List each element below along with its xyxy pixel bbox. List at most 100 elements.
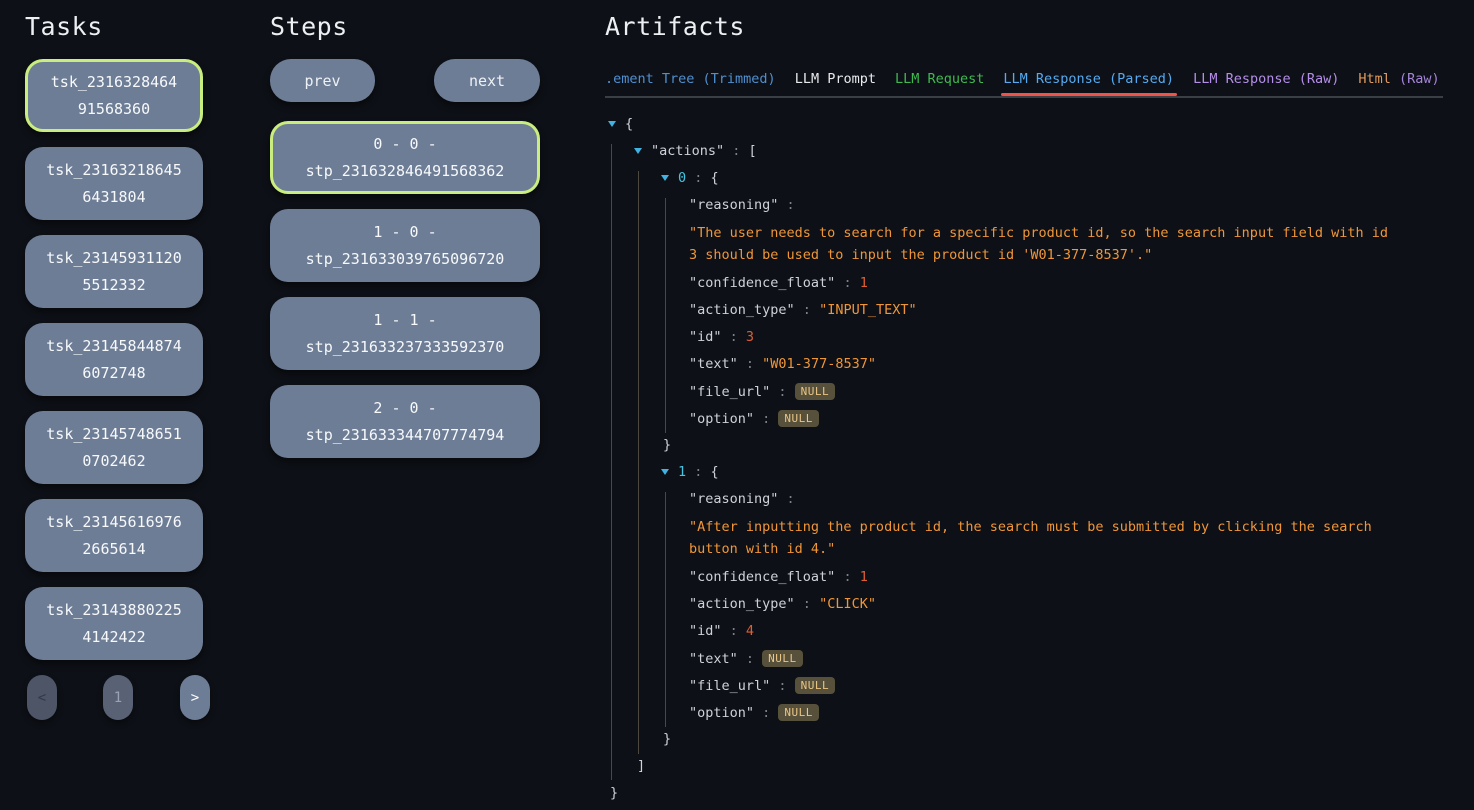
- tab-label-segment: LLM Prompt: [795, 71, 876, 87]
- task-button[interactable]: tsk_231438802254142422: [25, 587, 203, 660]
- json-num: 4: [746, 623, 754, 639]
- tab-llm-prompt[interactable]: LLM Prompt: [795, 68, 876, 90]
- tasks-panel: Tasks tsk_231632846491568360 tsk_23163218…: [25, 10, 215, 720]
- json-null-badge: NULL: [778, 704, 819, 721]
- json-str: "W01-377-8537": [762, 356, 876, 372]
- json-row: 1 : {: [605, 462, 1465, 483]
- json-row: }: [605, 729, 1465, 750]
- json-row: "file_url" : NULL: [605, 675, 1465, 696]
- json-row: "reasoning" :: [605, 195, 1465, 216]
- json-punct: }: [663, 731, 671, 747]
- json-str: "CLICK": [819, 596, 876, 612]
- task-button[interactable]: tsk_231457486510702462: [25, 411, 203, 484]
- json-row: "action_type" : "CLICK": [605, 594, 1465, 615]
- json-colon: :: [770, 678, 794, 694]
- collapse-arrow-icon[interactable]: [608, 121, 616, 127]
- artifacts-title: Artifacts: [605, 10, 1450, 44]
- json-row: "id" : 3: [605, 327, 1465, 348]
- json-row: "file_url" : NULL: [605, 381, 1465, 402]
- json-row: "id" : 4: [605, 621, 1465, 642]
- tab-html-raw[interactable]: Html (Raw): [1358, 68, 1439, 90]
- artifacts-panel: Artifacts .ement Tree (Trimmed) LLM Promp…: [605, 10, 1450, 90]
- json-key: "option": [689, 705, 754, 721]
- next-step-button[interactable]: next: [434, 59, 540, 102]
- prev-step-button[interactable]: prev: [270, 59, 375, 102]
- tab-label-segment: (Raw): [1391, 71, 1440, 87]
- json-key: "text": [689, 651, 738, 667]
- json-colon: :: [686, 464, 710, 480]
- json-colon: :: [778, 491, 794, 507]
- pagination-page-button[interactable]: 1: [103, 675, 133, 720]
- json-key: "file_url": [689, 678, 770, 694]
- json-row: "The user needs to search for a specific…: [605, 222, 1391, 266]
- steps-nav: prev next: [270, 59, 540, 102]
- json-num: 1: [860, 569, 868, 585]
- step-button[interactable]: 0 - 0 - stp_231632846491568362: [270, 121, 540, 194]
- json-punct: {: [625, 116, 633, 132]
- json-colon: :: [686, 170, 710, 186]
- steps-list: 0 - 0 - stp_231632846491568362 1 - 0 - st…: [270, 121, 540, 458]
- json-row: "option" : NULL: [605, 702, 1465, 723]
- json-key: "actions": [651, 143, 724, 159]
- json-row: "text" : NULL: [605, 648, 1465, 669]
- task-button[interactable]: tsk_231459311205512332: [25, 235, 203, 308]
- json-row: {: [605, 114, 1465, 135]
- json-row: }: [605, 435, 1465, 456]
- json-row: }: [605, 783, 1465, 804]
- step-button[interactable]: 1 - 1 - stp_231633237333592370: [270, 297, 540, 370]
- tasks-list: tsk_231632846491568360 tsk_23163218645643…: [25, 59, 215, 660]
- tab-label-segment: LLM Response (Raw): [1193, 71, 1339, 87]
- steps-title: Steps: [270, 10, 540, 44]
- collapse-arrow-icon[interactable]: [634, 148, 642, 154]
- json-colon: :: [770, 384, 794, 400]
- json-key: "reasoning": [689, 491, 778, 507]
- json-colon: :: [778, 197, 794, 213]
- json-colon: :: [754, 705, 778, 721]
- json-key: "confidence_float": [689, 275, 835, 291]
- json-row: "After inputting the product id, the sea…: [605, 516, 1391, 560]
- json-colon: :: [738, 356, 762, 372]
- json-row: "actions" : [: [605, 141, 1465, 162]
- json-tree-viewer: {"actions" : [0 : {"reasoning" :"The use…: [605, 114, 1465, 810]
- tab-label-segment: LLM Response (Parsed): [1003, 71, 1174, 87]
- collapse-arrow-icon[interactable]: [661, 469, 669, 475]
- tab-label-segment: .ement Tree (Trimmed): [605, 71, 776, 87]
- json-punct: [: [749, 143, 757, 159]
- json-null-badge: NULL: [795, 677, 836, 694]
- json-key: "reasoning": [689, 197, 778, 213]
- pagination-next-button[interactable]: >: [180, 675, 210, 720]
- step-button[interactable]: 1 - 0 - stp_231633039765096720: [270, 209, 540, 282]
- tasks-pagination: < 1 >: [25, 675, 215, 720]
- tab-label-segment: LLM Request: [895, 71, 984, 87]
- tab-element-tree-trimmed[interactable]: .ement Tree (Trimmed): [605, 68, 776, 90]
- tab-label-segment: Html: [1358, 71, 1391, 87]
- task-button[interactable]: tsk_231632186456431804: [25, 147, 203, 220]
- json-colon: :: [795, 596, 819, 612]
- json-row: "option" : NULL: [605, 408, 1465, 429]
- json-colon: :: [835, 275, 859, 291]
- json-str: "INPUT_TEXT": [819, 302, 917, 318]
- json-punct: {: [711, 464, 719, 480]
- json-key: "option": [689, 411, 754, 427]
- json-row: "action_type" : "INPUT_TEXT": [605, 300, 1465, 321]
- json-colon: :: [724, 143, 748, 159]
- json-key: "text": [689, 356, 738, 372]
- json-null-badge: NULL: [778, 410, 819, 427]
- tasks-title: Tasks: [25, 10, 215, 44]
- json-key: "action_type": [689, 302, 795, 318]
- tab-llm-response-parsed[interactable]: LLM Response (Parsed): [1003, 68, 1174, 90]
- tab-llm-response-raw[interactable]: LLM Response (Raw): [1193, 68, 1339, 90]
- task-button[interactable]: tsk_231456169762665614: [25, 499, 203, 572]
- tab-bar-divider: [605, 96, 1443, 98]
- json-null-badge: NULL: [795, 383, 836, 400]
- json-colon: :: [722, 329, 746, 345]
- pagination-prev-button[interactable]: <: [27, 675, 57, 720]
- task-button[interactable]: tsk_231632846491568360: [25, 59, 203, 132]
- json-punct: }: [663, 437, 671, 453]
- step-button[interactable]: 2 - 0 - stp_231633344707774794: [270, 385, 540, 458]
- json-key: "id": [689, 329, 722, 345]
- task-button[interactable]: tsk_231458448746072748: [25, 323, 203, 396]
- tab-llm-request[interactable]: LLM Request: [895, 68, 984, 90]
- collapse-arrow-icon[interactable]: [661, 175, 669, 181]
- json-row: 0 : {: [605, 168, 1465, 189]
